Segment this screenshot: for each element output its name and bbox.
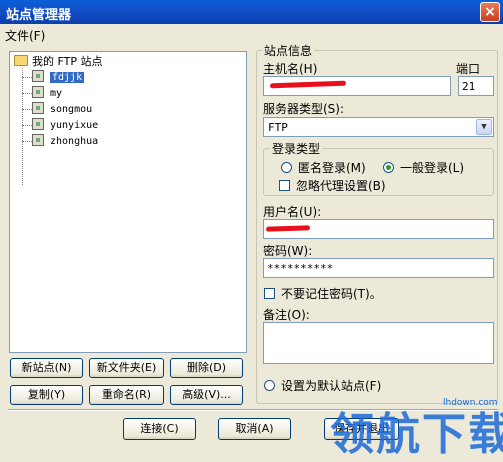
tree-line	[22, 141, 32, 142]
radio-selected-icon	[383, 162, 394, 173]
login-type-title: 登录类型	[270, 140, 323, 157]
dont-remember-checkbox[interactable]: 不要记住密码(T)。	[264, 285, 382, 302]
tree-line	[22, 125, 32, 126]
ignore-proxy-checkbox[interactable]: 忽略代理设置(B)	[279, 177, 386, 194]
tree-line	[22, 93, 32, 94]
server-type-select[interactable]: FTP ▼	[263, 117, 494, 137]
tree-item-label: fdjjk	[50, 72, 85, 83]
ignore-proxy-label: 忽略代理设置(B)	[296, 179, 386, 193]
tree-root-label: 我的 FTP 站点	[32, 55, 103, 68]
menu-bar: 文件(F)	[0, 24, 503, 44]
advanced-button[interactable]: 高级(V)...	[170, 385, 243, 405]
new-folder-button[interactable]: 新文件夹(E)	[89, 358, 164, 378]
server-type-value: FTP	[268, 121, 288, 134]
port-value: 21	[462, 80, 476, 93]
host-label: 主机名(H)	[263, 62, 318, 76]
tree-item-fdjjk[interactable]: fdjjk	[32, 69, 85, 85]
tree-item-label: my	[50, 88, 63, 99]
password-label: 密码(W):	[263, 244, 313, 258]
computer-icon	[32, 102, 44, 114]
normal-login-radio[interactable]: 一般登录(L)	[383, 159, 464, 176]
chevron-down-icon[interactable]: ▼	[476, 119, 492, 135]
computer-icon	[32, 70, 44, 82]
password-value: **********	[267, 262, 334, 275]
connect-button[interactable]: 连接(C)	[123, 418, 196, 440]
dont-remember-label: 不要记住密码(T)。	[281, 287, 382, 301]
password-input[interactable]: **********	[263, 258, 494, 278]
new-site-button[interactable]: 新站点(N)	[10, 358, 83, 378]
tree-root[interactable]: 我的 FTP 站点	[14, 54, 102, 70]
checkbox-icon	[279, 180, 290, 191]
cancel-button[interactable]: 取消(A)	[218, 418, 291, 440]
copy-button[interactable]: 复制(Y)	[10, 385, 83, 405]
notes-textarea[interactable]	[263, 322, 494, 364]
tree-item-songmou[interactable]: songmou	[32, 101, 92, 117]
tree-item-label: yunyixue	[50, 120, 99, 131]
tree-line	[22, 68, 23, 185]
port-label: 端口	[456, 62, 481, 76]
tree-item-label: songmou	[50, 104, 93, 115]
computer-icon	[32, 118, 44, 130]
radio-icon	[281, 162, 292, 173]
menu-file[interactable]: 文件(F)	[5, 29, 45, 43]
default-site-radio[interactable]: 设置为默认站点(F)	[264, 377, 381, 394]
window-title: 站点管理器	[6, 8, 72, 23]
username-label: 用户名(U):	[263, 205, 322, 219]
tree-line	[22, 109, 32, 110]
delete-button[interactable]: 删除(D)	[170, 358, 243, 378]
watermark-url: lhdown.com	[443, 398, 498, 408]
tree-item-zhonghua[interactable]: zhonghua	[32, 133, 98, 149]
close-icon: ×	[484, 4, 496, 20]
title-bar: 站点管理器 ×	[0, 0, 503, 24]
site-tree[interactable]: 我的 FTP 站点 fdjjk my songmou yunyixue zhon…	[9, 51, 247, 353]
anonymous-login-label: 匿名登录(M)	[298, 161, 366, 175]
tree-item-label: zhonghua	[50, 136, 99, 147]
close-button[interactable]: ×	[480, 2, 500, 22]
computer-icon	[32, 134, 44, 146]
computer-icon	[32, 86, 44, 98]
tree-item-yunyixue[interactable]: yunyixue	[32, 117, 98, 133]
rename-button[interactable]: 重命名(R)	[89, 385, 164, 405]
folder-icon	[14, 55, 28, 66]
anonymous-login-radio[interactable]: 匿名登录(M)	[281, 159, 366, 176]
default-site-label: 设置为默认站点(F)	[281, 379, 382, 393]
port-input[interactable]: 21	[458, 76, 494, 96]
checkbox-icon	[264, 288, 275, 299]
server-type-label: 服务器类型(S):	[263, 102, 345, 116]
tree-line	[22, 77, 32, 78]
notes-label: 备注(O):	[263, 308, 310, 322]
tree-item-my[interactable]: my	[32, 85, 62, 101]
normal-login-label: 一般登录(L)	[400, 161, 465, 175]
site-info-title: 站点信息	[262, 42, 315, 59]
radio-icon	[264, 380, 275, 391]
